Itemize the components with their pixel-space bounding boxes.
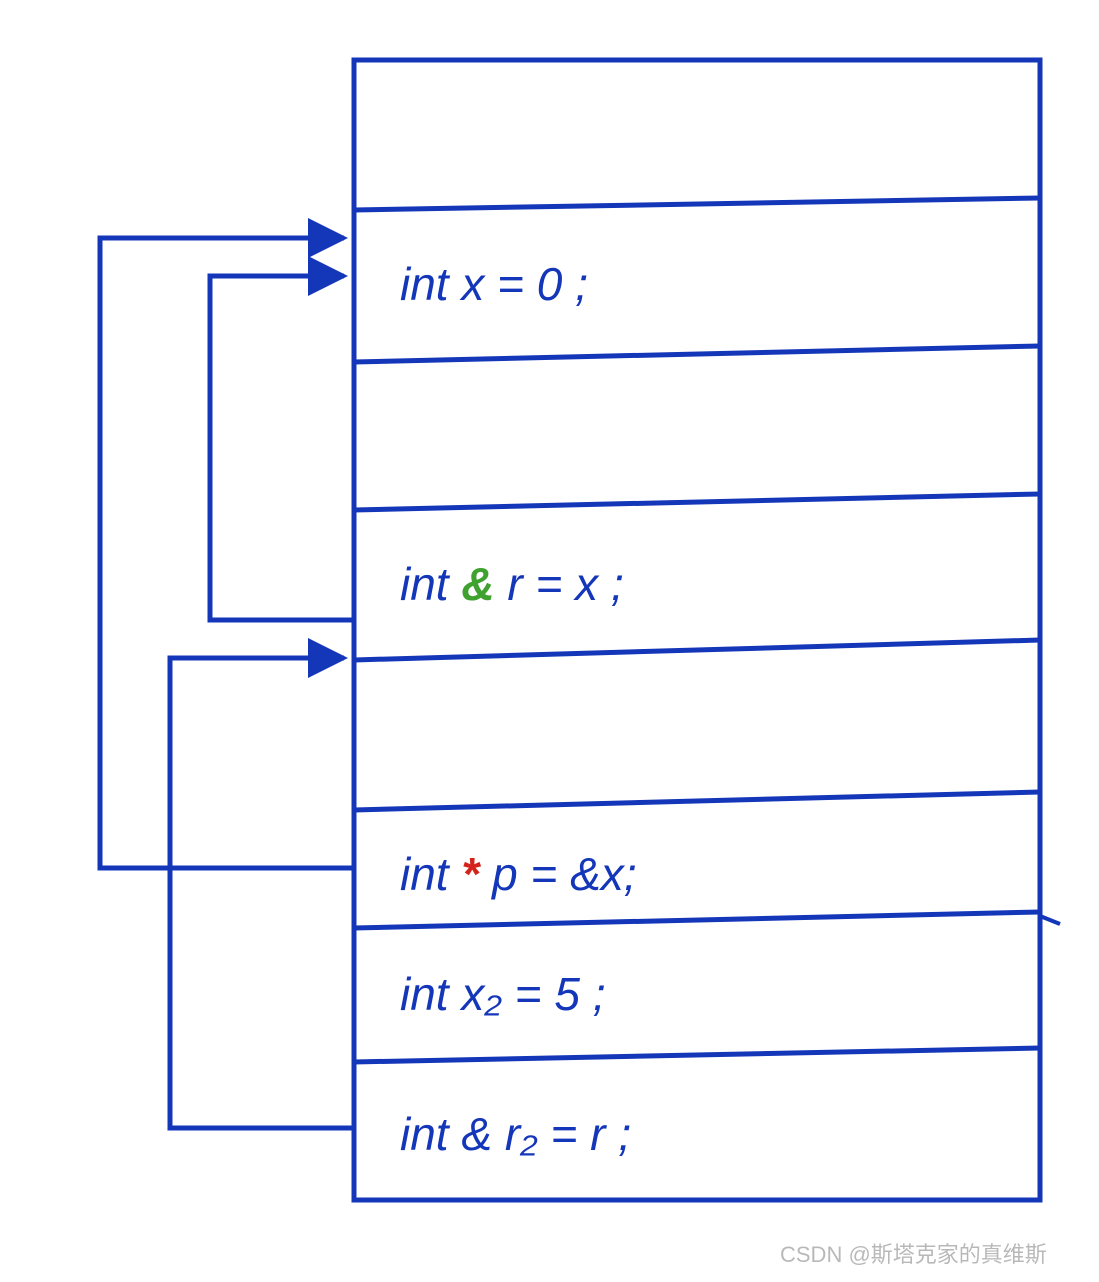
cell-int-ptr-p-pre: int xyxy=(400,848,461,900)
cell-int-x: int x = 0 ; xyxy=(400,258,588,310)
cell-int-ptr-p-post: p = &x; xyxy=(490,848,636,900)
divider-4 xyxy=(354,640,1040,660)
memory-box xyxy=(354,60,1040,1200)
cell-int-ref-r: int & r = x ; xyxy=(400,558,624,610)
memory-diagram: int x = 0 ; int & r = x ; int * p = &x; … xyxy=(0,0,1099,1282)
divider-7 xyxy=(354,1048,1040,1062)
ampersand-icon: & xyxy=(461,558,494,610)
arrow-r-to-x xyxy=(210,276,354,620)
cell-int-ptr-p: int * p = &x; xyxy=(400,848,637,900)
cell-int-ref-r2: int & r₂ = r ; xyxy=(400,1108,631,1160)
arrow-p-to-x xyxy=(100,238,354,868)
divider-3 xyxy=(354,494,1040,510)
cell-int-ref-r-pre: int xyxy=(400,558,461,610)
divider-2 xyxy=(354,346,1040,362)
arrow-r2-to-r xyxy=(170,658,354,1128)
cell-int-ref-r-post: r = x ; xyxy=(507,558,623,610)
watermark-text: CSDN @斯塔克家的真维斯 xyxy=(780,1242,1047,1267)
cell-int-x-text: int x = 0 ; xyxy=(400,258,588,310)
asterisk-icon: * xyxy=(461,848,481,900)
cell-int-x2-text: int x₂ = 5 ; xyxy=(400,968,605,1020)
divider-5 xyxy=(354,792,1040,810)
cell-int-x2: int x₂ = 5 ; xyxy=(400,968,605,1020)
divider-1 xyxy=(354,198,1040,210)
cell-int-ref-r2-text: int & r₂ = r ; xyxy=(400,1108,631,1160)
edge-tick xyxy=(1040,916,1060,924)
divider-6 xyxy=(354,912,1040,928)
